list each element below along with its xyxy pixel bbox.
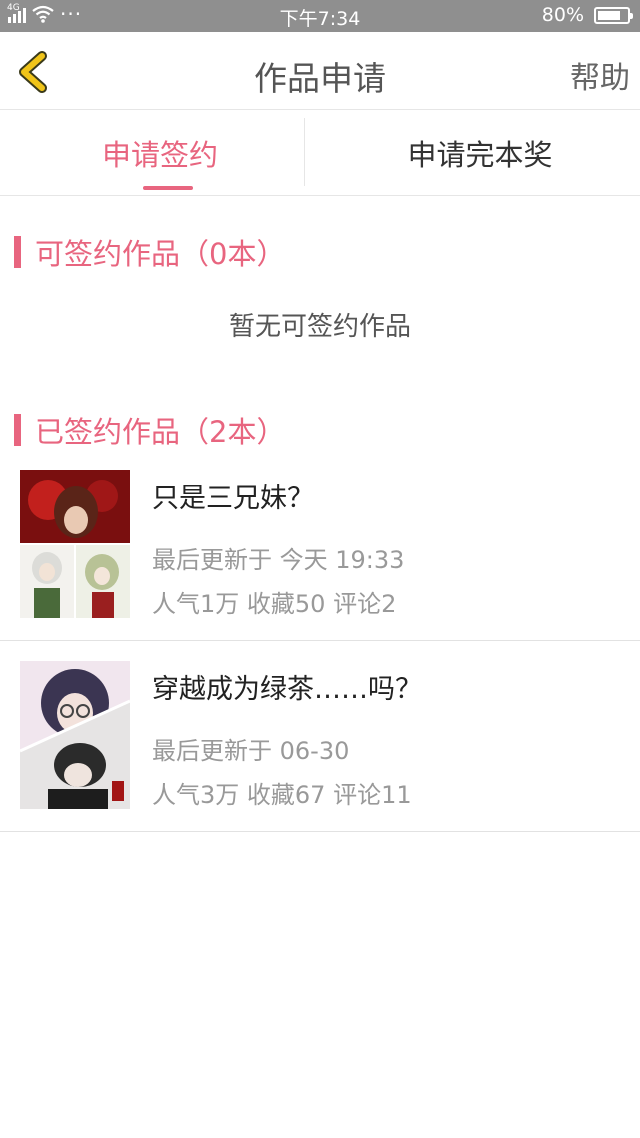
work-cover-image — [20, 661, 130, 809]
signable-section-header: 可签约作品（0本） — [14, 234, 286, 271]
tab-bar: 申请签约 申请完本奖 — [0, 110, 640, 196]
section-marker — [14, 414, 21, 446]
page-title: 作品申请 — [254, 59, 386, 98]
tab-divider — [304, 118, 305, 186]
help-button[interactable]: 帮助 — [570, 53, 630, 97]
work-stats: 人气1万 收藏50 评论2 — [152, 590, 397, 618]
tab-label: 申请签约 — [101, 138, 218, 172]
section-title: 可签约作品（0本） — [35, 237, 286, 271]
section-title: 已签约作品（2本） — [35, 415, 286, 449]
tab-label: 申请完本奖 — [407, 138, 553, 172]
section-marker — [14, 236, 21, 268]
work-cover-image — [20, 470, 130, 618]
tab-apply-contract[interactable]: 申请签约 — [0, 110, 320, 196]
work-list-item[interactable]: 穿越成为绿茶……吗？ 最后更新于 06-30 人气3万 收藏67 评论11 — [0, 641, 640, 832]
app-header: 作品申请 帮助 — [0, 32, 640, 110]
work-title: 穿越成为绿茶……吗？ — [152, 674, 422, 705]
work-stats: 人气3万 收藏67 评论11 — [152, 781, 412, 809]
status-right: 80% — [541, 4, 633, 26]
status-bar: 4G ··· 下午7:34 80% — [0, 0, 640, 32]
work-updated-time: 最后更新于 06-30 — [152, 737, 350, 765]
battery-fill — [598, 10, 620, 20]
empty-state-text: 暂无可签约作品 — [228, 312, 411, 342]
battery-percent: 80% — [541, 4, 584, 26]
work-list-item[interactable]: 只是三兄妹？ 最后更新于 今天 19:33 人气1万 收藏50 评论2 — [0, 450, 640, 641]
signed-section-header: 已签约作品（2本） — [14, 412, 286, 449]
battery-icon — [594, 6, 633, 24]
active-tab-indicator — [143, 186, 193, 190]
work-updated-time: 最后更新于 今天 19:33 — [152, 546, 405, 574]
tab-apply-completion-award[interactable]: 申请完本奖 — [320, 110, 640, 196]
work-title: 只是三兄妹？ — [152, 483, 314, 514]
